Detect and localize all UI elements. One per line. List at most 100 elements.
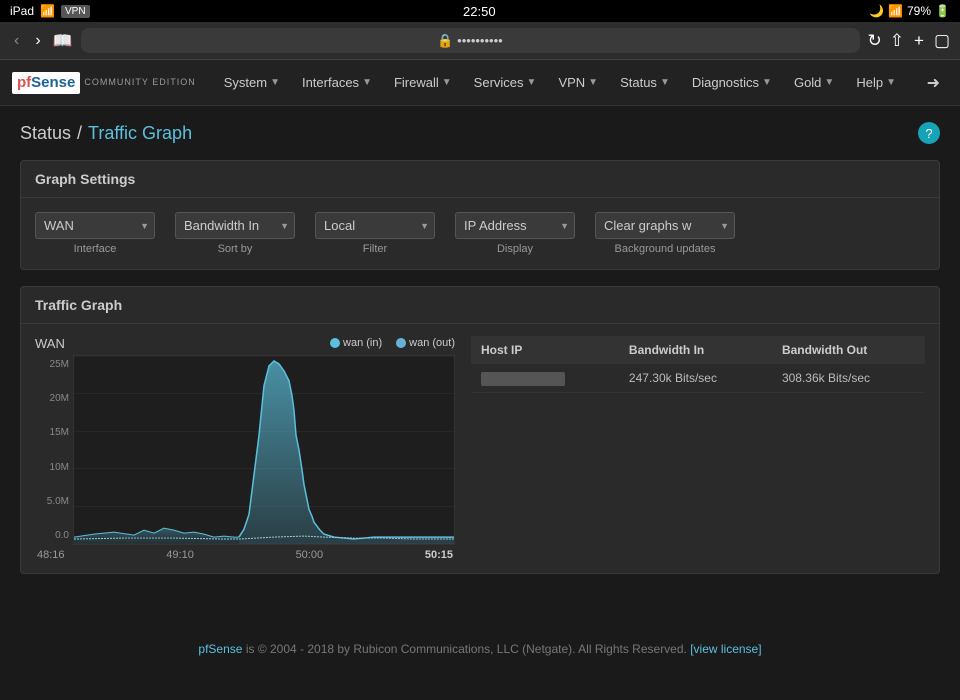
- help-button[interactable]: ?: [918, 122, 940, 144]
- interface-group: WAN LAN OPT1 Interface: [35, 212, 155, 255]
- graph-canvas: [73, 355, 455, 545]
- logo-sense: Sense: [31, 74, 75, 91]
- share-button[interactable]: ⇧: [890, 31, 904, 51]
- address-bar[interactable]: [81, 28, 860, 53]
- y-axis-15m: 15M: [35, 427, 69, 438]
- graph-settings-body: WAN LAN OPT1 Interface Bandwidth In Band…: [21, 198, 939, 269]
- view-license-link[interactable]: [view license]: [690, 642, 761, 656]
- table-row: 247.30k Bits/sec 308.36k Bits/sec: [471, 364, 925, 393]
- background-select[interactable]: Clear graphs w Keep graphs: [595, 212, 735, 239]
- moon-icon: 🌙: [869, 4, 884, 18]
- forward-button[interactable]: ›: [31, 30, 44, 52]
- logo-subtitle: COMMUNITY EDITION: [84, 77, 195, 88]
- sortby-select[interactable]: Bandwidth In Bandwidth Out: [175, 212, 295, 239]
- interface-select-wrapper: WAN LAN OPT1: [35, 212, 155, 239]
- display-group: IP Address Hostname Display: [455, 212, 575, 255]
- nav-services[interactable]: Services ▼: [464, 67, 547, 98]
- col-bw-out: Bandwidth Out: [772, 336, 925, 364]
- table-header-row: Host IP Bandwidth In Bandwidth Out: [471, 336, 925, 364]
- bw-out-cell: 308.36k Bits/sec: [772, 364, 925, 393]
- bluetooth-icon: 📶: [888, 4, 903, 18]
- wan-label: WAN: [35, 336, 65, 351]
- xaxis-4816: 48:16: [37, 549, 65, 561]
- logo-text: COMMUNITY EDITION: [84, 77, 195, 88]
- interface-label: Interface: [35, 243, 155, 255]
- battery-icon: 🔋: [935, 4, 950, 18]
- host-ip-cell: [471, 364, 619, 393]
- filter-label: Filter: [315, 243, 435, 255]
- ios-carrier: iPad: [10, 4, 34, 18]
- breadcrumb-separator: /: [77, 123, 82, 144]
- display-label: Display: [455, 243, 575, 255]
- battery-percent: 79%: [907, 4, 931, 18]
- host-ip-redacted: [481, 372, 565, 386]
- chevron-down-icon: ▼: [824, 77, 834, 88]
- traffic-graph-header: Traffic Graph: [21, 287, 939, 324]
- chevron-down-icon: ▼: [660, 77, 670, 88]
- nav-items: System ▼ Interfaces ▼ Firewall ▼ Service…: [214, 67, 919, 98]
- settings-row: WAN LAN OPT1 Interface Bandwidth In Band…: [35, 212, 925, 255]
- y-axis-25m: 25M: [35, 359, 69, 370]
- filter-select[interactable]: Local Remote All: [315, 212, 435, 239]
- legend-out: wan (out): [396, 337, 455, 349]
- xaxis-5000: 50:00: [296, 549, 324, 561]
- traffic-svg: [74, 356, 454, 544]
- col-bw-in: Bandwidth In: [619, 336, 772, 364]
- y-axis-10m: 10M: [35, 462, 69, 473]
- footer-copy: is © 2004 - 2018 by Rubicon Communicatio…: [246, 642, 690, 656]
- sortby-select-wrapper: Bandwidth In Bandwidth Out: [175, 212, 295, 239]
- background-select-wrapper: Clear graphs w Keep graphs: [595, 212, 735, 239]
- display-select[interactable]: IP Address Hostname: [455, 212, 575, 239]
- bookmarks-button[interactable]: 📖: [53, 31, 73, 51]
- xaxis-5015: 50:15: [425, 549, 453, 561]
- graph-settings-card: Graph Settings WAN LAN OPT1 Interface: [20, 160, 940, 270]
- browser-chrome: ‹ › 📖 ↻ ⇧ + ▢: [0, 22, 960, 60]
- nav-interfaces[interactable]: Interfaces ▼: [292, 67, 382, 98]
- nav-help[interactable]: Help ▼: [846, 67, 906, 98]
- graph-area: WAN wan (in) wan (out): [35, 336, 925, 561]
- display-select-wrapper: IP Address Hostname: [455, 212, 575, 239]
- background-group: Clear graphs w Keep graphs Background up…: [595, 212, 735, 255]
- traffic-graph-body: WAN wan (in) wan (out): [21, 324, 939, 573]
- breadcrumb-current: Traffic Graph: [88, 123, 192, 144]
- chevron-down-icon: ▼: [588, 77, 598, 88]
- nav-vpn[interactable]: VPN ▼: [548, 67, 608, 98]
- new-tab-button[interactable]: +: [914, 31, 924, 51]
- nav-diagnostics[interactable]: Diagnostics ▼: [682, 67, 782, 98]
- legend-in-label: wan (in): [343, 337, 382, 349]
- chevron-down-icon: ▼: [527, 77, 537, 88]
- sortby-group: Bandwidth In Bandwidth Out Sort by: [175, 212, 295, 255]
- legend-in: wan (in): [330, 337, 382, 349]
- vpn-badge: VPN: [61, 5, 90, 18]
- nav-gold[interactable]: Gold ▼: [784, 67, 844, 98]
- breadcrumb: Status / Traffic Graph ?: [20, 122, 940, 144]
- nav-system[interactable]: System ▼: [214, 67, 290, 98]
- logout-button[interactable]: ➜: [919, 69, 948, 97]
- background-label: Background updates: [595, 243, 735, 255]
- footer-brand: pfSense: [198, 642, 242, 656]
- y-axis-5m: 5.0M: [35, 496, 69, 507]
- reload-button[interactable]: ↻: [868, 31, 882, 51]
- chevron-down-icon: ▼: [270, 77, 280, 88]
- nav-status[interactable]: Status ▼: [610, 67, 680, 98]
- y-axis-0: 0.0: [35, 530, 69, 541]
- wifi-icon: 📶: [40, 4, 55, 18]
- interface-select[interactable]: WAN LAN OPT1: [35, 212, 155, 239]
- ios-status-bar: iPad 📶 VPN 22:50 🌙 📶 79% 🔋: [0, 0, 960, 22]
- host-table-wrapper: Host IP Bandwidth In Bandwidth Out: [471, 336, 925, 393]
- bw-in-cell: 247.30k Bits/sec: [619, 364, 772, 393]
- legend-out-label: wan (out): [409, 337, 455, 349]
- legend-in-dot: [330, 338, 340, 348]
- tabs-button[interactable]: ▢: [934, 31, 950, 51]
- back-button[interactable]: ‹: [10, 30, 23, 52]
- breadcrumb-status: Status: [20, 123, 71, 144]
- filter-group: Local Remote All Filter: [315, 212, 435, 255]
- graph-settings-header: Graph Settings: [21, 161, 939, 198]
- filter-select-wrapper: Local Remote All: [315, 212, 435, 239]
- footer: pfSense is © 2004 - 2018 by Rubicon Comm…: [0, 626, 960, 672]
- ios-time: 22:50: [463, 4, 496, 19]
- chevron-down-icon: ▼: [362, 77, 372, 88]
- nav-firewall[interactable]: Firewall ▼: [384, 67, 462, 98]
- xaxis-4910: 49:10: [166, 549, 194, 561]
- chevron-down-icon: ▼: [886, 77, 896, 88]
